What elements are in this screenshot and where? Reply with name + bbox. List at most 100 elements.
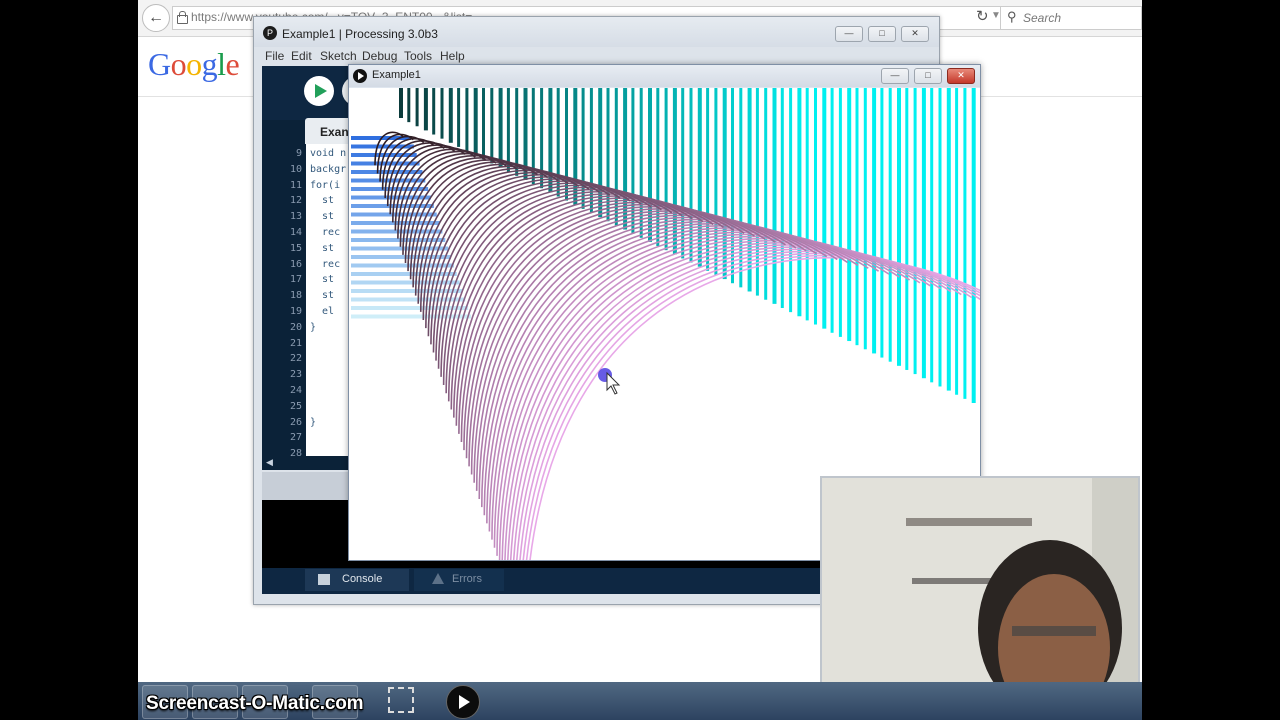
teal-bar	[897, 88, 901, 366]
line-number-gutter: 9 10 11 12 13 14 15 16 17 18 19 20 21 22 23 24 25 26 27 28	[262, 144, 306, 459]
teal-bar	[448, 88, 453, 143]
menu-edit[interactable]: Edit	[291, 49, 312, 63]
teal-bar	[407, 88, 411, 123]
blue-bar	[351, 178, 426, 183]
lock-icon	[177, 11, 188, 24]
code-line: el	[310, 306, 335, 317]
teal-bar	[772, 88, 777, 304]
sketch-title-bar[interactable]: Example1 — □ ✕	[349, 65, 980, 87]
code-line: rec	[310, 227, 341, 238]
blue-bar	[351, 314, 471, 319]
teal-bar	[755, 88, 759, 296]
menu-debug[interactable]: Debug	[362, 49, 397, 63]
teal-bar	[465, 88, 469, 152]
teal-bar	[423, 88, 428, 131]
teal-bar	[722, 88, 727, 280]
back-arrow-icon: ←	[148, 9, 164, 26]
minimize-button[interactable]: —	[881, 68, 909, 84]
teal-bar	[482, 88, 485, 160]
capture-area-icon[interactable]	[388, 687, 414, 713]
pde-title-bar[interactable]: P Example1 | Processing 3.0b3 — □ ✕	[254, 17, 939, 47]
close-button[interactable]: ✕	[947, 68, 975, 84]
teal-bar	[415, 88, 419, 127]
taskbar: Screencast-O-Matic.com	[138, 682, 1142, 720]
teal-bar	[440, 88, 444, 139]
teal-bar	[963, 88, 967, 399]
teal-bar	[805, 88, 809, 321]
search-input[interactable]: ⚲ Search	[1000, 6, 1142, 30]
menu-help[interactable]: Help	[440, 49, 465, 63]
tab-errors-label: Errors	[452, 573, 482, 585]
line-number: 22	[289, 353, 302, 365]
line-number: 12	[289, 195, 302, 207]
teal-bar	[498, 88, 503, 168]
teal-bar	[830, 88, 834, 333]
teal-bar	[490, 88, 494, 164]
scroll-left-arrow-icon[interactable]: ◀	[266, 457, 273, 468]
teal-bar	[764, 88, 768, 300]
teal-bar	[872, 88, 877, 354]
maximize-icon: □	[879, 28, 885, 38]
webcam-person-glasses	[1012, 626, 1096, 636]
teal-bar	[648, 88, 652, 242]
tab-console-label: Console	[342, 573, 383, 585]
line-number: 25	[289, 400, 302, 412]
line-number: 18	[289, 290, 302, 302]
maximize-button[interactable]: □	[868, 26, 896, 42]
google-logo[interactable]: Google	[148, 46, 240, 83]
menu-sketch[interactable]: Sketch	[320, 49, 357, 63]
logo-letter: o	[170, 46, 187, 82]
logo-letter: G	[148, 46, 171, 82]
code-line: for(i	[310, 179, 341, 191]
teal-bar	[838, 88, 842, 337]
teal-bar	[789, 88, 793, 313]
logo-letter: l	[217, 46, 226, 82]
screencast-brand: Screencast-O-Matic.com	[146, 693, 364, 714]
reload-icon[interactable]: ↻	[976, 7, 989, 25]
code-line: st	[310, 211, 335, 223]
code-line: st	[310, 242, 335, 254]
run-button[interactable]	[304, 76, 334, 106]
line-number: 14	[289, 227, 302, 238]
recorder-play-button[interactable]	[446, 685, 480, 719]
teal-bar	[506, 88, 510, 172]
teal-bar	[814, 88, 817, 325]
code-line: }	[310, 416, 317, 428]
close-button[interactable]: ✕	[901, 26, 929, 42]
blue-bar	[351, 306, 469, 310]
blue-bar	[351, 297, 466, 302]
webcam-shelf	[912, 578, 992, 584]
maximize-button[interactable]: □	[914, 68, 942, 84]
webcam-ceiling-fan	[906, 518, 1032, 526]
back-button[interactable]: ←	[142, 4, 170, 32]
teal-bar	[614, 88, 618, 226]
teal-bar	[913, 88, 917, 375]
maximize-icon: □	[925, 70, 931, 80]
teal-bar	[399, 88, 403, 118]
minimize-button[interactable]: —	[835, 26, 863, 42]
menu-tools[interactable]: Tools	[404, 49, 432, 63]
teal-bar	[946, 88, 951, 391]
sketch-tab-label: Exan	[320, 125, 349, 139]
teal-bar	[863, 88, 867, 350]
teal-bar	[457, 88, 461, 147]
teal-bar	[822, 88, 827, 329]
tab-errors[interactable]: Errors	[414, 569, 504, 591]
line-number: 23	[289, 369, 302, 381]
webcam-overlay	[820, 476, 1140, 714]
line-number: 17	[289, 274, 302, 286]
teal-bar	[855, 88, 859, 346]
webcam-video	[822, 478, 1138, 712]
teal-bar	[921, 88, 926, 379]
code-line: void n	[310, 148, 347, 159]
tab-console[interactable]: Console	[305, 569, 409, 591]
blue-bar	[351, 212, 437, 217]
logo-letter: o	[186, 46, 202, 82]
teal-bar	[432, 88, 436, 135]
teal-bar	[473, 88, 478, 156]
line-number: 19	[289, 306, 302, 317]
line-number: 24	[289, 385, 302, 396]
line-number: 9	[295, 148, 302, 159]
menu-file[interactable]: File	[265, 49, 284, 63]
code-line: }	[310, 321, 317, 333]
